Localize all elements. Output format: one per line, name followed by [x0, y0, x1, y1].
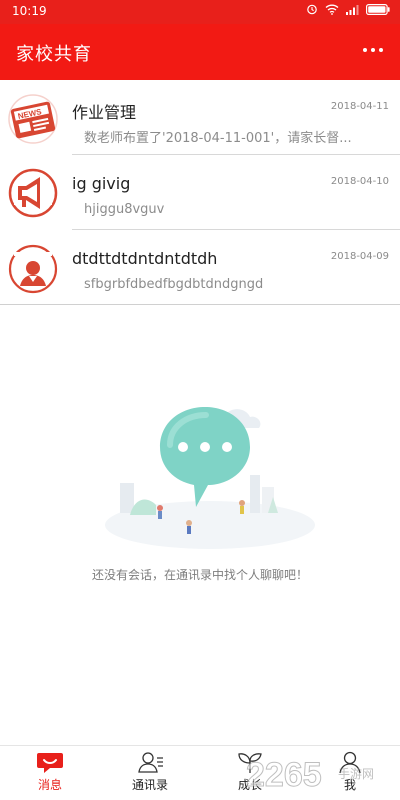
person-avatar-icon: [8, 244, 58, 294]
empty-chat-illustration: [105, 407, 315, 549]
empty-state-message: 还没有会话，在通讯录中找个人聊聊吧！: [91, 568, 308, 582]
site-watermark: 2265 手游网: [246, 756, 374, 795]
conversation-list: NEWS 作业管理 2018-04-11 数老师布置了'2018-04-11-0…: [0, 80, 400, 305]
divider: [0, 304, 400, 305]
page-title: 家校共育: [16, 44, 92, 65]
megaphone-icon: [8, 168, 58, 218]
status-time: 10:19: [12, 4, 47, 18]
tab-label: 消息: [37, 778, 62, 792]
watermark-subtext: 手游网: [338, 767, 374, 781]
status-bar: 10:19: [0, 0, 400, 24]
conversation-date: 2018-04-11: [330, 101, 389, 112]
bottom-nav: 消息 通讯录 成长 我 2265 手游网: [0, 745, 400, 800]
app-header: 家校共育: [0, 24, 400, 80]
more-options-icon[interactable]: [360, 40, 386, 60]
tab-messages[interactable]: 消息: [10, 748, 90, 800]
conversation-name: ig givig: [72, 174, 131, 193]
contacts-icon: [138, 752, 163, 773]
conversation-item[interactable]: ig givig 2018-04-10 hjiggu8vguv: [0, 155, 400, 230]
watermark-number: 2265: [246, 756, 322, 794]
conversation-name: 作业管理: [72, 103, 137, 122]
conversation-item[interactable]: NEWS 作业管理 2018-04-11 数老师布置了'2018-04-11-0…: [0, 80, 400, 155]
tab-label: 通讯录: [131, 778, 168, 792]
battery-icon: [366, 3, 390, 15]
news-icon: NEWS: [8, 94, 58, 144]
conversation-preview: hjiggu8vguv: [84, 202, 165, 217]
alarm-icon: [307, 4, 317, 15]
conversation-preview: sfbgrbfdbedfbgdbtdndgngd: [84, 277, 264, 292]
tab-contacts[interactable]: 通讯录: [110, 748, 190, 800]
status-icons: [306, 3, 390, 15]
conversation-date: 2018-04-09: [330, 251, 389, 262]
conversation-item[interactable]: dtdttdtdntdntdtdh 2018-04-09 sfbgrbfdbed…: [0, 230, 400, 305]
conversation-name: dtdttdtdntdntdtdh: [72, 249, 218, 268]
chat-bubble-icon: [37, 753, 63, 773]
signal-icon: [346, 4, 359, 15]
wifi-icon: [325, 4, 339, 15]
conversation-preview: 数老师布置了'2018-04-11-001'，请家长督...: [84, 131, 352, 146]
conversation-date: 2018-04-10: [330, 176, 389, 187]
